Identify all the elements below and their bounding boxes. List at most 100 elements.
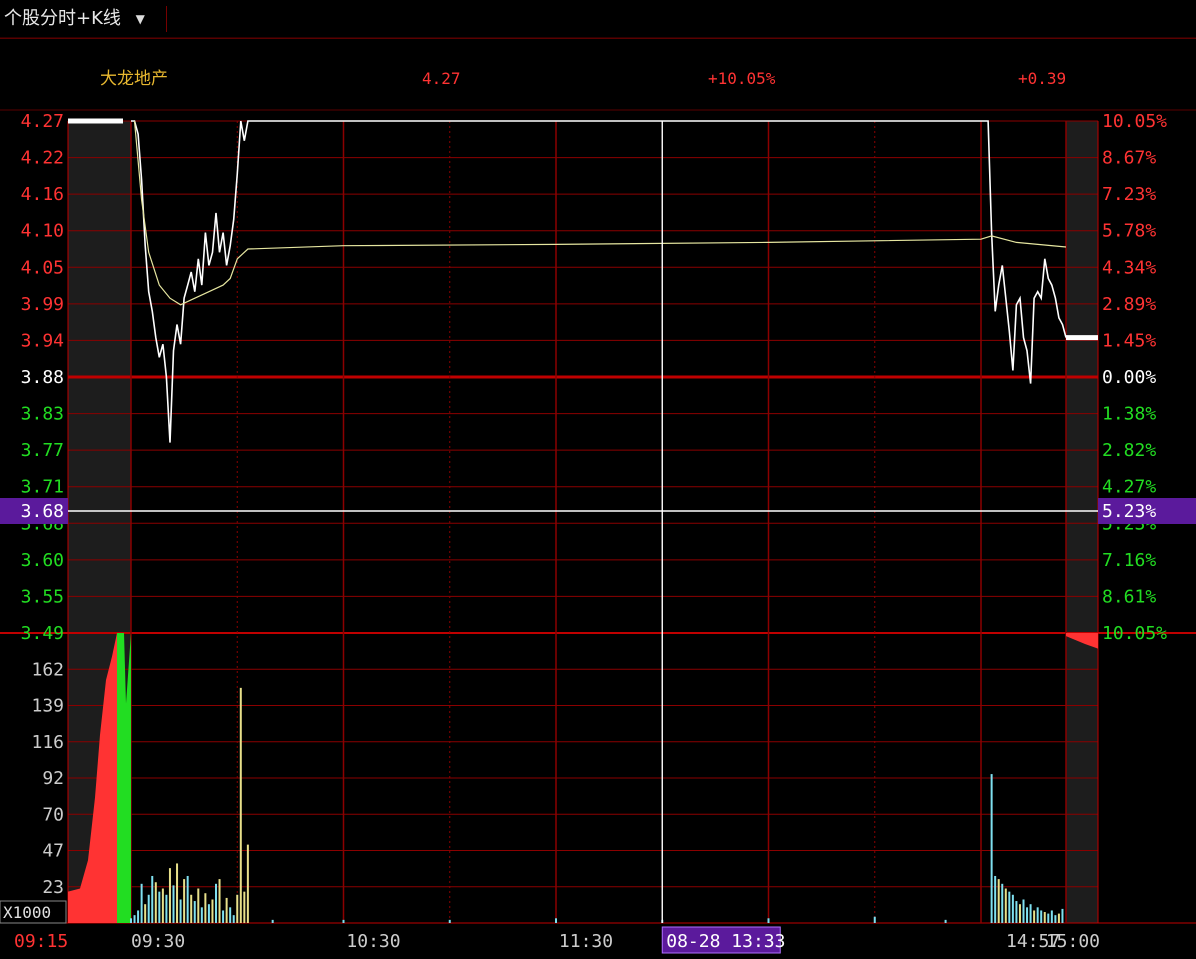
price-tick-left: 4.16 bbox=[21, 184, 64, 205]
volume-bar bbox=[197, 888, 200, 923]
volume-tick: 47 bbox=[42, 841, 64, 862]
header-change: +0.39 bbox=[1018, 69, 1066, 88]
percent-tick-right: 8.67% bbox=[1102, 148, 1156, 169]
volume-bar bbox=[133, 915, 136, 923]
percent-tick-right: 10.05% bbox=[1102, 623, 1167, 644]
volume-bar bbox=[229, 907, 232, 923]
volume-tick: 23 bbox=[42, 877, 64, 898]
volume-bar bbox=[168, 868, 171, 923]
price-tick-left: 4.05 bbox=[21, 257, 64, 278]
price-tick-left: 3.60 bbox=[21, 550, 64, 571]
volume-unit: X1000 bbox=[3, 903, 51, 922]
volume-bar bbox=[158, 891, 161, 923]
price-tick-left: 3.88 bbox=[21, 367, 64, 388]
volume-bar bbox=[200, 907, 203, 923]
time-tick: 11:30 bbox=[559, 931, 613, 952]
volume-bar bbox=[215, 883, 217, 923]
crosshair-time: 08-28 13:33 bbox=[666, 931, 785, 952]
volume-bar bbox=[1011, 894, 1014, 923]
volume-tick: 70 bbox=[42, 804, 64, 825]
volume-bar bbox=[190, 894, 193, 923]
chart-background bbox=[68, 121, 1098, 923]
percent-tick-right: 7.23% bbox=[1102, 184, 1156, 205]
volume-bar bbox=[165, 894, 168, 923]
volume-tick: 92 bbox=[42, 768, 64, 789]
volume-bar bbox=[1043, 912, 1046, 923]
crosshair-pct: 5.23% bbox=[1102, 501, 1156, 522]
volume-bar bbox=[873, 916, 876, 923]
price-tick-left: 3.71 bbox=[21, 477, 64, 498]
percent-tick-right: 4.27% bbox=[1102, 477, 1156, 498]
volume-bar bbox=[193, 901, 196, 923]
volume-bar bbox=[239, 687, 242, 923]
price-tick-left: 3.55 bbox=[21, 586, 64, 607]
time-tick: 15:00 bbox=[1046, 931, 1100, 952]
chart-header: 大龙地产 4.27 +10.05% +0.39 bbox=[100, 69, 1066, 89]
volume-bar bbox=[1054, 915, 1057, 923]
volume-bar bbox=[1050, 910, 1053, 923]
volume-bar bbox=[1047, 913, 1050, 923]
volume-bar bbox=[1004, 888, 1007, 923]
percent-tick-right: 5.78% bbox=[1102, 221, 1156, 242]
volume-bar bbox=[944, 919, 947, 923]
volume-bar bbox=[1057, 913, 1060, 923]
volume-tick: 162 bbox=[31, 659, 64, 680]
stock-name: 大龙地产 bbox=[100, 69, 168, 89]
volume-tick: 139 bbox=[31, 696, 64, 717]
percent-tick-right: 10.05% bbox=[1102, 111, 1167, 132]
volume-bar bbox=[1029, 904, 1032, 923]
volume-bar bbox=[154, 882, 157, 923]
intraday-chart[interactable]: 4.27 4.22 4.16 4.10 4.05 3.99 3.94 3.88 3.83 3.77… bbox=[0, 0, 1196, 959]
post-market-zone bbox=[1066, 121, 1098, 923]
volume-bar bbox=[161, 888, 164, 923]
volume-bar bbox=[183, 879, 186, 923]
percent-tick-right: 1.38% bbox=[1102, 404, 1156, 425]
volume-bar bbox=[222, 910, 225, 923]
price-tick-left: 3.99 bbox=[21, 294, 64, 315]
price-lines bbox=[68, 118, 1098, 443]
volume-bar bbox=[342, 919, 345, 923]
price-tick-left: 3.49 bbox=[21, 623, 64, 644]
percent-tick-right: 2.82% bbox=[1102, 440, 1156, 461]
volume-bar bbox=[1015, 901, 1018, 923]
volume-tick: 116 bbox=[31, 732, 64, 753]
chart-grid bbox=[0, 37, 1196, 924]
percent-tick-right: 4.34% bbox=[1102, 257, 1156, 278]
price-tick-left: 4.22 bbox=[21, 148, 64, 169]
volume-bar bbox=[140, 883, 143, 923]
header-change-pct: +10.05% bbox=[708, 69, 776, 88]
percent-tick-right: 8.61% bbox=[1102, 586, 1156, 607]
volume-bar bbox=[186, 875, 189, 923]
volume-bar bbox=[1022, 899, 1025, 923]
price-line bbox=[131, 120, 1067, 443]
volume-bar bbox=[1026, 907, 1029, 923]
time-tick: 09:30 bbox=[131, 931, 185, 952]
volume-bar bbox=[767, 918, 770, 923]
crosshair: 3.68 5.23% 08-28 13:33 bbox=[0, 121, 1196, 954]
volume-bar bbox=[176, 863, 179, 923]
volume-bar bbox=[243, 891, 246, 923]
volume-bar bbox=[232, 915, 235, 923]
volume-bar bbox=[207, 904, 210, 923]
pre-market-volume-down bbox=[117, 633, 131, 923]
percent-tick-right: 2.89% bbox=[1102, 294, 1156, 315]
volume-bar bbox=[271, 919, 274, 923]
volume-bar bbox=[1001, 883, 1004, 923]
percent-tick-right: 1.45% bbox=[1102, 330, 1156, 351]
volume-bar bbox=[179, 899, 182, 923]
volume-bar bbox=[1018, 904, 1021, 923]
volume-bar bbox=[1040, 910, 1043, 923]
volume-bar bbox=[1036, 907, 1039, 923]
volume-bar bbox=[204, 893, 207, 923]
average-line bbox=[133, 120, 1067, 306]
percent-tick-right: 7.16% bbox=[1102, 550, 1156, 571]
volume-bar bbox=[994, 875, 997, 923]
volume-bar bbox=[997, 879, 1000, 923]
percent-tick-right: 0.00% bbox=[1102, 367, 1156, 388]
crosshair-price: 3.68 bbox=[21, 501, 64, 522]
volume-bar bbox=[990, 774, 993, 923]
volume-bar bbox=[137, 910, 140, 923]
price-tick-left: 4.10 bbox=[21, 221, 64, 242]
volume-bar bbox=[211, 899, 214, 923]
time-tick: 09:15 bbox=[14, 931, 68, 952]
